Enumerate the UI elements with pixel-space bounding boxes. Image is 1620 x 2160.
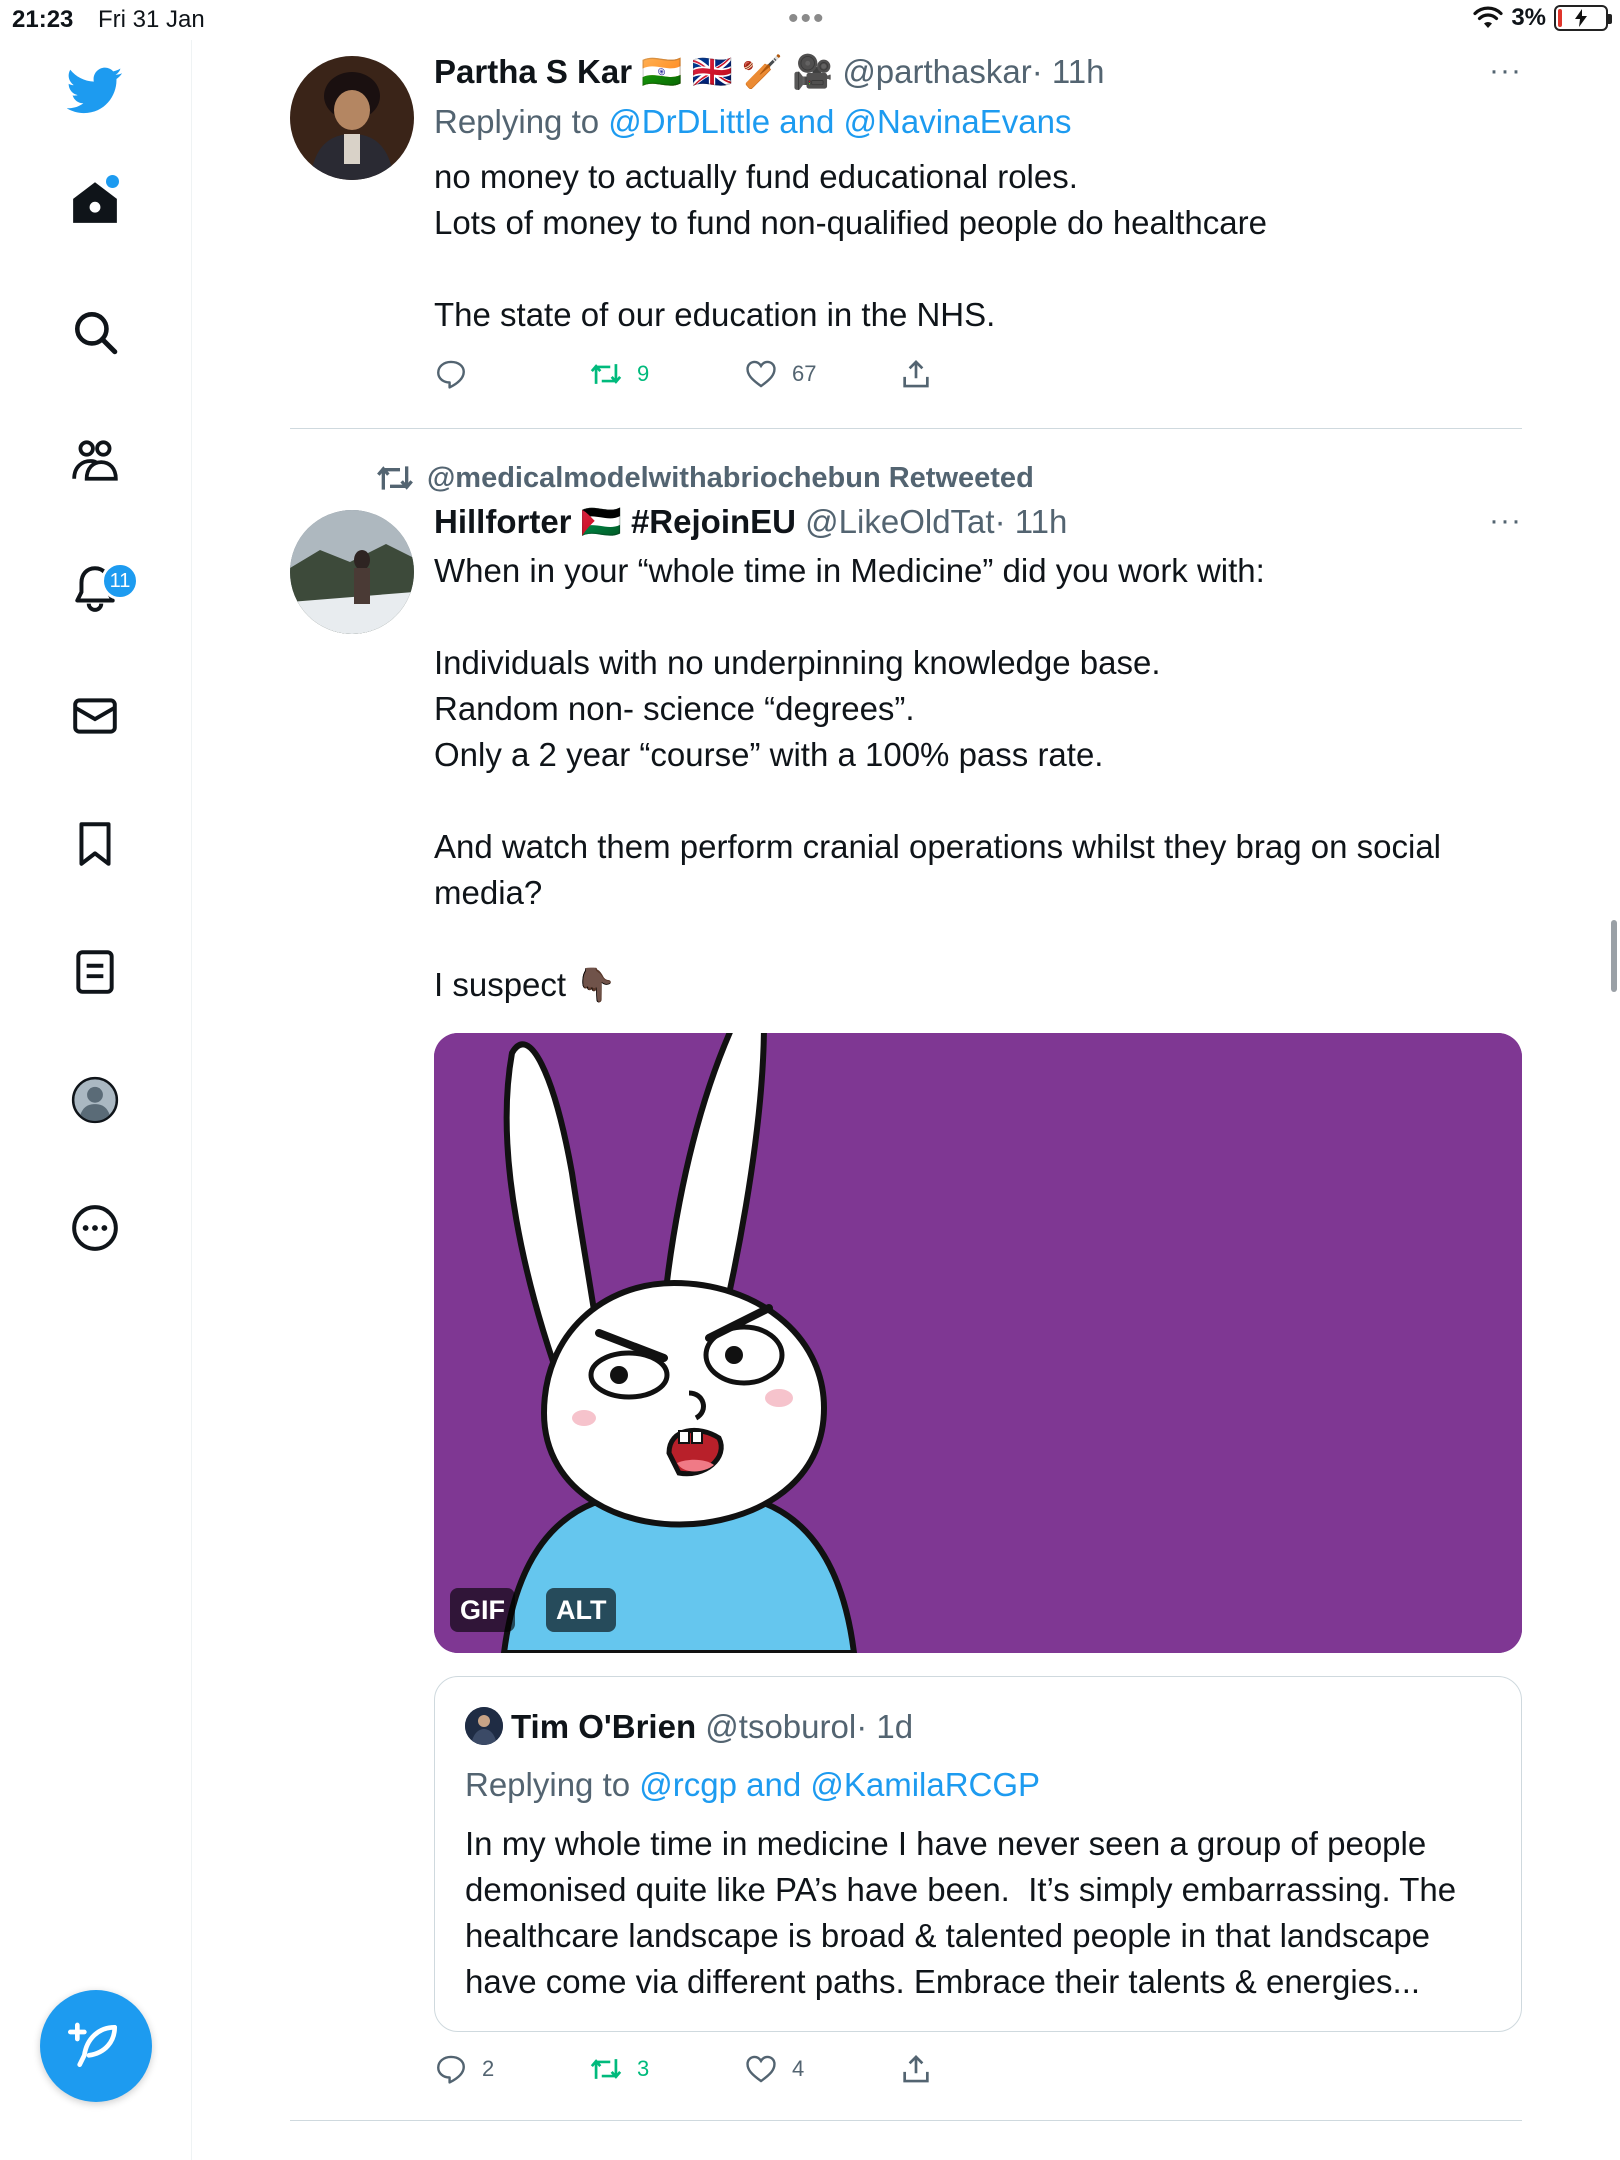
heart-icon xyxy=(746,2055,776,2083)
tweet-header: Partha S Kar 🇮🇳 🇬🇧 🏏 🎥 @parthaskar· 11h xyxy=(434,50,1522,94)
home-unread-dot xyxy=(106,175,119,188)
retweet-icon xyxy=(590,2059,622,2079)
retweeted-by-text: @medicalmodelwithabriochebun Retweeted xyxy=(427,461,1034,494)
status-bar: 21:23 Fri 31 Jan ••• 3% xyxy=(0,0,1620,40)
share-icon xyxy=(903,360,929,388)
bunny-gif-illustration xyxy=(434,1033,1522,1653)
quoted-display-name: Tim O'Brien xyxy=(511,1708,697,1745)
reply-button[interactable] xyxy=(434,357,589,391)
reply-count: 2 xyxy=(482,2056,495,2081)
status-time: 21:23 xyxy=(12,6,74,33)
avatar[interactable] xyxy=(290,56,414,180)
heart-icon xyxy=(746,360,776,388)
like-count: 4 xyxy=(792,2056,805,2081)
flag-emoji: 🇵🇸 xyxy=(580,503,622,540)
like-count: 67 xyxy=(792,361,817,386)
tweet-gif-media[interactable]: GIF ALT xyxy=(434,1033,1522,1653)
tweet-time[interactable]: · 11h xyxy=(995,503,1068,540)
scroll-indicator[interactable] xyxy=(1611,920,1617,992)
profile-icon[interactable] xyxy=(55,1060,135,1140)
search-icon[interactable] xyxy=(55,292,135,372)
home-icon[interactable] xyxy=(55,162,135,242)
tweet-actions: 2 3 4 xyxy=(434,2052,1054,2086)
messages-icon[interactable] xyxy=(55,676,135,756)
tweet-text: When in your “whole time in Medicine” di… xyxy=(434,552,1441,1003)
quoted-handle: @tsoburol xyxy=(705,1708,857,1745)
lists-icon[interactable] xyxy=(55,932,135,1012)
like-button[interactable]: 67 xyxy=(744,357,899,391)
tweet-time[interactable]: · 11h xyxy=(1032,53,1105,90)
like-button[interactable]: 4 xyxy=(744,2052,899,2086)
more-options-icon[interactable]: ··· xyxy=(1489,504,1522,538)
retweet-count: 3 xyxy=(637,2056,650,2081)
quoted-replying-to: Replying to @rcgp and @KamilaRCGP xyxy=(465,1763,1495,1807)
quoted-avatar xyxy=(465,1707,503,1745)
handle[interactable]: @LikeOldTat xyxy=(805,503,994,540)
reply-icon xyxy=(437,2055,465,2084)
more-options-icon[interactable]: ··· xyxy=(1489,54,1522,88)
wifi-icon xyxy=(1473,6,1503,28)
retweet-button[interactable]: 3 xyxy=(589,2052,744,2086)
display-name[interactable]: Hillforter xyxy=(434,503,572,540)
quoted-replying-prefix: Replying to xyxy=(465,1766,640,1803)
replying-mentions[interactable]: @DrDLittle and @NavinaEvans xyxy=(608,103,1071,140)
battery-icon xyxy=(1554,5,1612,31)
compose-feather-icon xyxy=(68,2022,117,2067)
quoted-tweet-content: Tim O'Brien @tsoburol· 1d Replying to @r… xyxy=(465,1705,1495,2005)
retweet-icon xyxy=(377,466,413,490)
multitask-dots[interactable]: ••• xyxy=(788,2,826,36)
notifications-icon[interactable]: 11 xyxy=(55,548,139,628)
quoted-time: · 1d xyxy=(856,1708,914,1745)
share-button[interactable] xyxy=(899,357,1054,391)
name-emojis: 🇮🇳 🇬🇧 🏏 🎥 xyxy=(641,53,834,90)
gif-badge: GIF xyxy=(450,1588,515,1632)
reply-icon xyxy=(437,360,465,389)
more-icon[interactable] xyxy=(55,1188,135,1268)
tweet-text: no money to actually fund educational ro… xyxy=(434,158,1267,333)
tweet-divider xyxy=(290,2120,1522,2121)
sidebar: 11 xyxy=(0,40,192,2160)
alt-text-button[interactable]: ALT xyxy=(546,1588,617,1632)
display-name-hashtag[interactable]: #RejoinEU xyxy=(631,503,796,540)
display-name[interactable]: Partha S Kar xyxy=(434,53,632,90)
tweet-divider xyxy=(290,428,1522,429)
quoted-tweet-header: Tim O'Brien @tsoburol· 1d xyxy=(465,1705,1495,1749)
share-icon xyxy=(903,2055,929,2083)
share-button[interactable] xyxy=(899,2052,1054,2086)
handle[interactable]: @parthaskar xyxy=(842,53,1031,90)
retweet-icon xyxy=(590,364,622,384)
retweet-count: 9 xyxy=(637,361,650,386)
twitter-logo-icon[interactable] xyxy=(55,50,135,130)
quoted-tweet-text: In my whole time in medicine I have neve… xyxy=(465,1825,1466,2000)
status-date: Fri 31 Jan xyxy=(98,6,205,33)
retweet-button[interactable]: 9 xyxy=(589,357,744,391)
tweet-actions: 9 67 xyxy=(434,357,1054,391)
retweeted-by[interactable]: @medicalmodelwithabriochebun Retweeted xyxy=(375,458,1034,498)
communities-icon[interactable] xyxy=(55,420,135,500)
compose-tweet-button[interactable] xyxy=(40,1990,152,2102)
bookmarks-icon[interactable] xyxy=(55,804,135,884)
tweet-header: Hillforter 🇵🇸 #RejoinEU @LikeOldTat· 11h xyxy=(434,500,1522,544)
quoted-replying-mentions[interactable]: @rcgp and @KamilaRCGP xyxy=(639,1766,1040,1803)
battery-percent: 3% xyxy=(1511,4,1546,31)
status-right: 3% xyxy=(1473,4,1612,32)
quoted-tweet[interactable]: Tim O'Brien @tsoburol· 1d Replying to @r… xyxy=(434,1676,1522,2032)
tweet[interactable]: Partha S Kar 🇮🇳 🇬🇧 🏏 🎥 @parthaskar· 11h … xyxy=(290,40,1522,420)
notifications-badge: 11 xyxy=(101,562,139,600)
avatar[interactable] xyxy=(290,510,414,634)
replying-prefix: Replying to xyxy=(434,103,609,140)
replying-to: Replying to @DrDLittle and @NavinaEvans xyxy=(434,100,1522,144)
reply-button[interactable]: 2 xyxy=(434,2052,589,2086)
